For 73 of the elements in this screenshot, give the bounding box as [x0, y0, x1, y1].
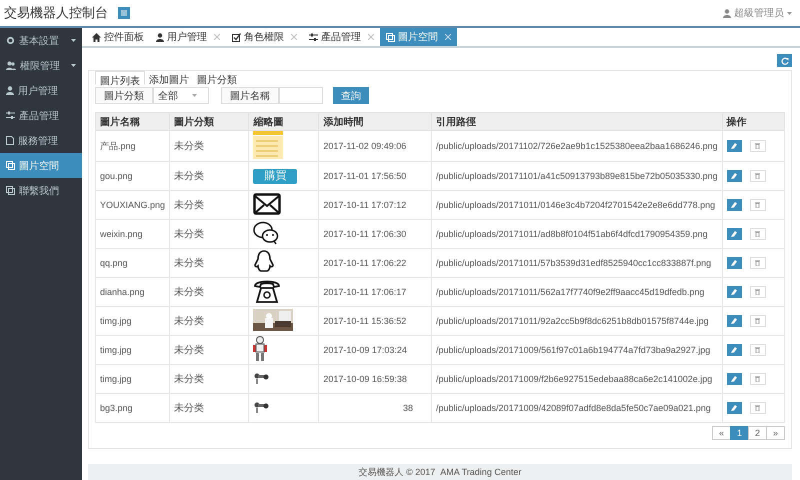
- page-button[interactable]: 2: [748, 426, 767, 440]
- sidebar-item[interactable]: 權限管理: [0, 53, 82, 78]
- sidebar-item[interactable]: 基本設置: [0, 28, 82, 53]
- table-cell: /public/uploads/20171011/562a17f7740f9e2ff9aacc45d19dfedb.png: [432, 278, 722, 306]
- table-cell: /public/uploads/20171009/f2b6e927515edebaa88ca6e2c141002e.jpg: [432, 364, 722, 394]
- table-cell: 2017-11-02 09:49:06: [318, 130, 432, 162]
- table-cell: gou.png: [96, 162, 170, 190]
- category-dropdown[interactable]: 全部: [153, 87, 209, 104]
- sidebar-item[interactable]: 服務管理: [0, 128, 82, 153]
- table-cell: 2017-10-11 17:06:17: [318, 278, 432, 306]
- page-button[interactable]: 1: [730, 426, 749, 440]
- tab[interactable]: 控件面板: [86, 28, 150, 46]
- table-cell: 2017-10-11 15:36:52: [318, 306, 432, 336]
- buy-button-thumbnail: 購買: [253, 168, 298, 184]
- table-cell: weixin.png: [96, 220, 170, 248]
- query-button[interactable]: 查詢: [333, 87, 369, 104]
- table-cell: timg.jpg: [96, 306, 170, 336]
- table-cell: /public/uploads/20171009/561f97c01a6b194774a7fd73ba9a2927.jpg: [432, 336, 722, 364]
- table-cell: 产品.png: [96, 130, 170, 162]
- table-cell: timg.jpg: [96, 336, 170, 364]
- sidebar-item[interactable]: 用户管理: [0, 78, 82, 103]
- tab[interactable]: 添加圖片: [145, 71, 193, 85]
- tab[interactable]: 圖片分類: [193, 71, 241, 85]
- table-cell: bg3.png: [96, 394, 170, 422]
- user-menu[interactable]: 超級管理员: [723, 6, 792, 20]
- table-cell: 未分类: [170, 306, 249, 336]
- table-cell: 2017-10-11 17:07:12: [318, 190, 432, 220]
- table-cell: /public/uploads/20171011/92a2cc5b9f8dc6251b8db01575f8744e.jpg: [432, 306, 722, 336]
- table-cell: YOUXIANG.png: [96, 190, 170, 220]
- footer-text: 交易機器人 © 2017 AMA Trading Center: [358, 466, 522, 478]
- table-cell: /public/uploads/20171011/57b3539d31edf8525940cc1cc833887f.png: [432, 248, 722, 278]
- sidebar-item[interactable]: 聯繫我們: [0, 178, 82, 203]
- table-cell: /public/uploads/20171102/726e2ae9b1c1525380eea2baa1686246.png: [432, 130, 722, 162]
- table-cell: dianha.png: [96, 278, 170, 306]
- table-cell: 未分类: [170, 190, 249, 220]
- tab[interactable]: 圖片列表: [95, 71, 145, 85]
- filter-label: 圖片名稱: [221, 87, 279, 104]
- table-cell: timg.jpg: [96, 364, 170, 394]
- column-header: 圖片分類: [170, 112, 249, 130]
- table-cell: 未分类: [170, 336, 249, 364]
- tab[interactable]: 用户管理: [150, 28, 226, 46]
- sidebar-item[interactable]: 產品管理: [0, 103, 82, 128]
- sidebar-item[interactable]: 圖片空間: [0, 153, 82, 178]
- table-cell: 未分类: [170, 162, 249, 190]
- table-cell: 未分类: [170, 364, 249, 394]
- column-header: 操作: [722, 112, 784, 130]
- tab[interactable]: 角色權限: [226, 28, 303, 46]
- column-header: 圖片名稱: [96, 112, 170, 130]
- column-header: 縮略圖: [248, 112, 319, 130]
- table-cell: 未分类: [170, 220, 249, 248]
- tab[interactable]: 圖片空間: [380, 28, 457, 46]
- table-cell: 未分类: [170, 248, 249, 278]
- table-cell: /public/uploads/20171009/42089f07adfd8e8da5fe50c7ae09a021.png: [432, 394, 722, 422]
- filter-label: 圖片分類: [95, 87, 153, 104]
- table-cell: 未分类: [170, 394, 249, 422]
- table-cell: /public/uploads/20171011/0146e3c4b7204f2701542e2e8e6dd778.png: [432, 190, 722, 220]
- table-cell: 2017-10-09 16:59:38: [318, 364, 432, 394]
- tab[interactable]: 產品管理: [303, 28, 380, 46]
- table-cell: /public/uploads/20171101/a41c50913793b89e815be72b05035330.png: [432, 162, 722, 190]
- table-cell: 2017-10-11 17:06:22: [318, 248, 432, 278]
- table-cell: 2017-10-09 17:03:24: [318, 336, 432, 364]
- column-header: 引用路徑: [432, 112, 722, 130]
- table-cell: 2017-11-01 17:56:50: [318, 162, 432, 190]
- column-header: 添加時間: [318, 112, 432, 130]
- table-cell: qq.png: [96, 248, 170, 278]
- table-cell: /public/uploads/20171011/ad8b8f0104f51ab6f4dfcd1790954359.png: [432, 220, 722, 248]
- previous-page-button[interactable]: «: [712, 426, 731, 440]
- table-cell: 2017-10-11 17:06:30: [318, 220, 432, 248]
- table-cell: 未分类: [170, 130, 249, 162]
- table-cell: 38: [318, 394, 432, 422]
- app-title: 交易機器人控制台: [4, 4, 108, 22]
- table-cell: 未分类: [170, 278, 249, 306]
- next-page-button[interactable]: »: [766, 426, 785, 440]
